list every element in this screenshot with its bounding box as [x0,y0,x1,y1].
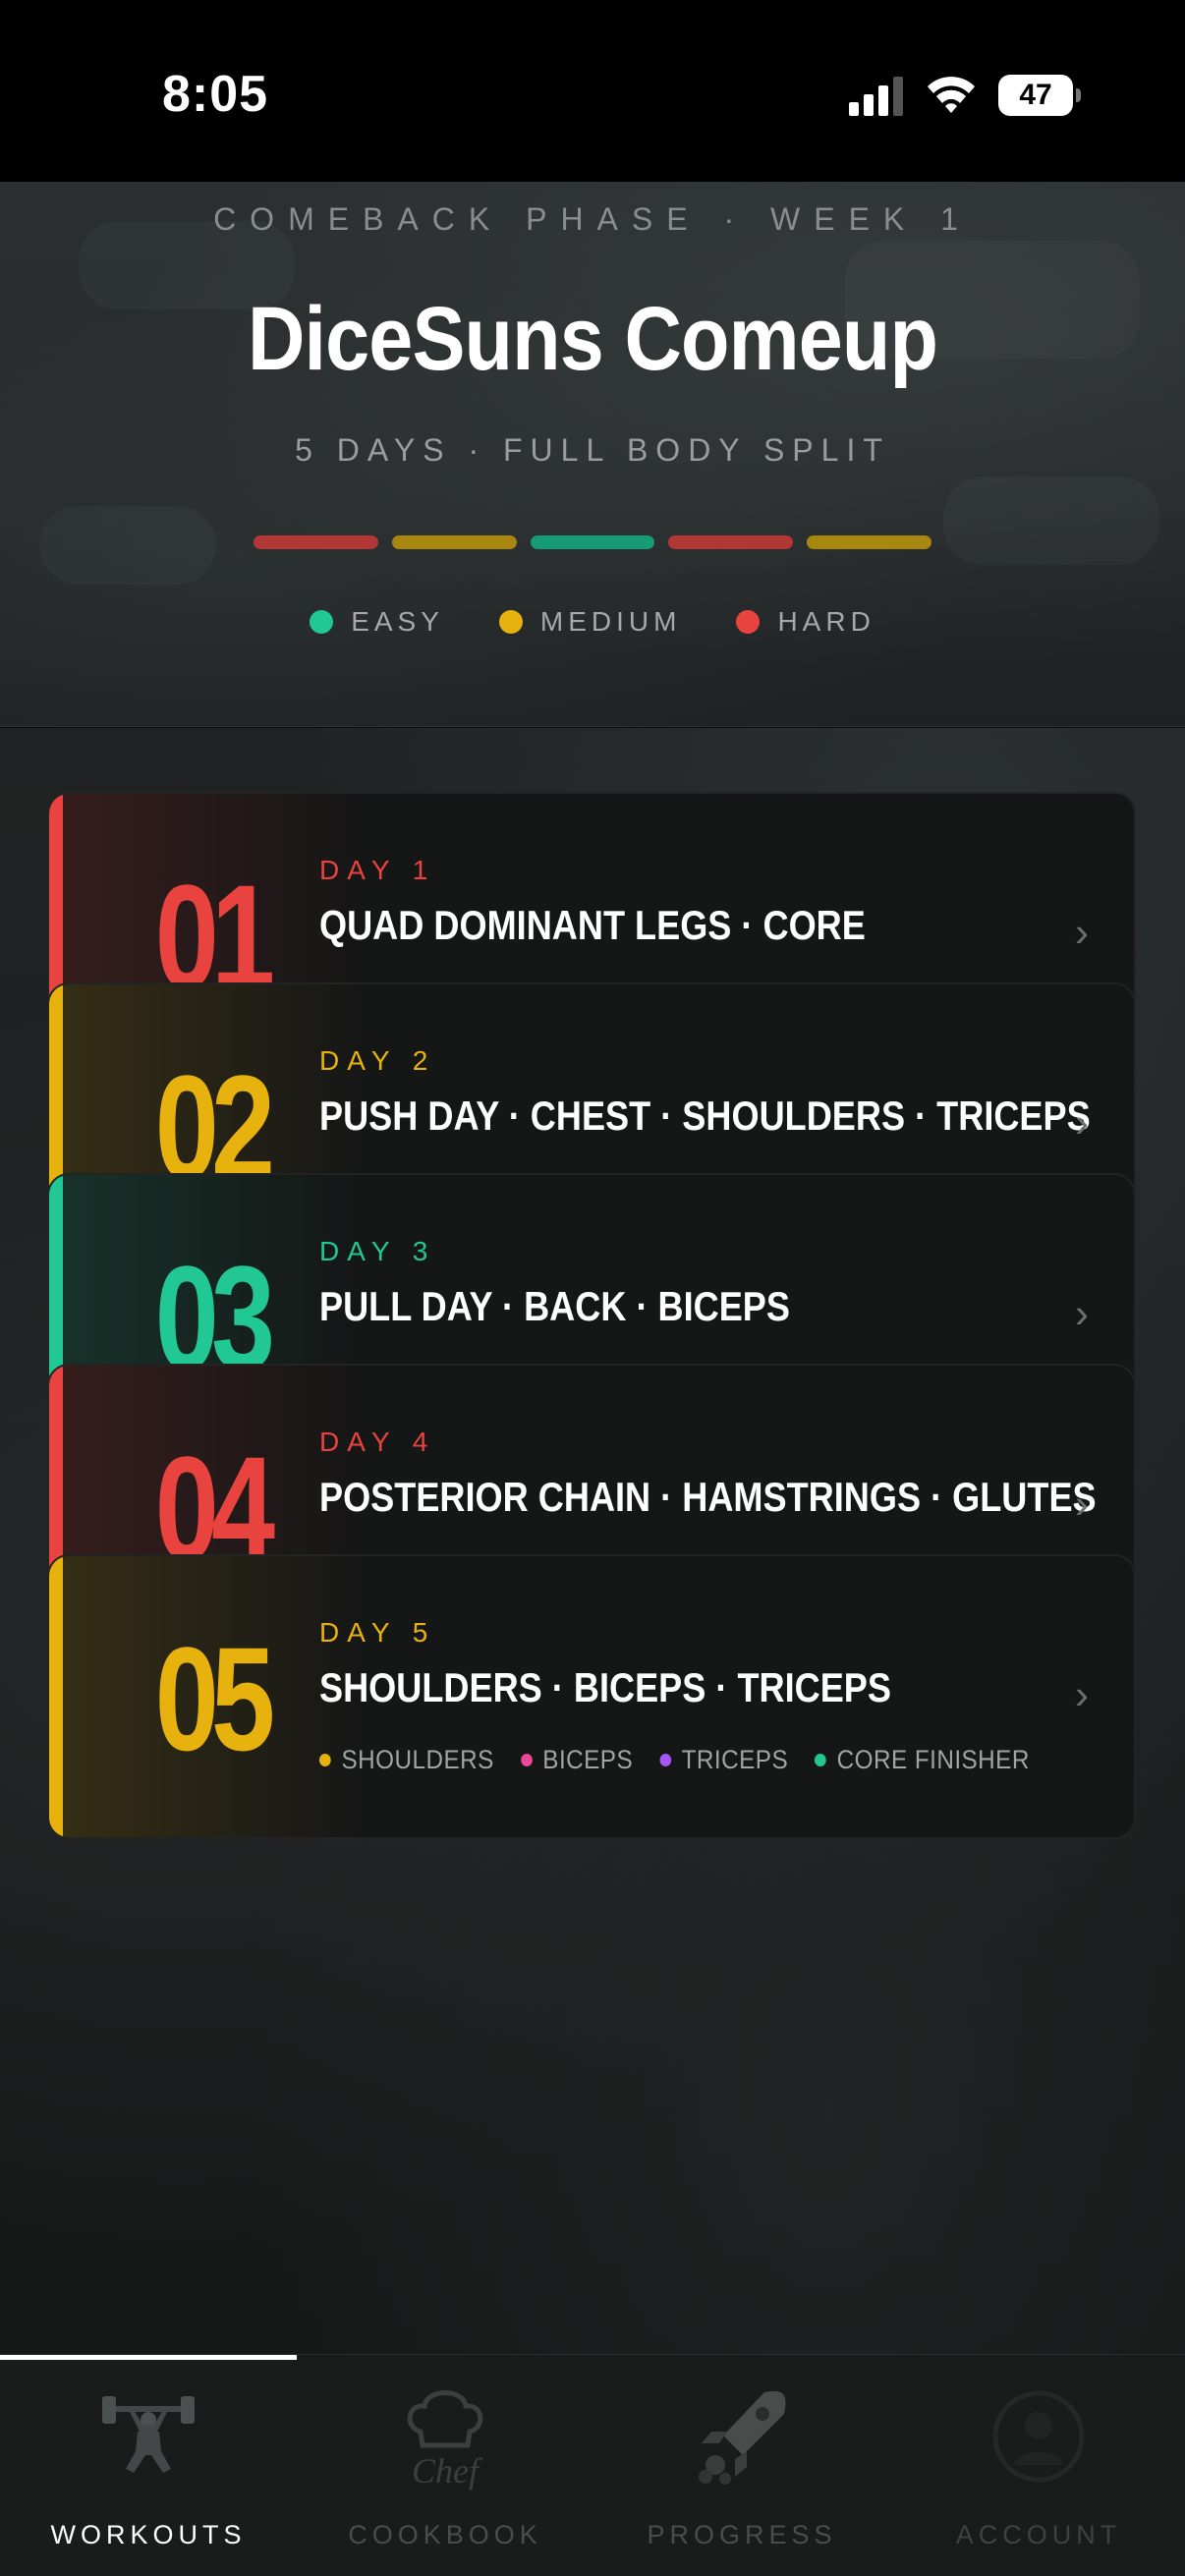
tag-dot [815,1754,826,1766]
muscle-tag: TRICEPS [659,1745,788,1775]
chevron-right-icon: › [1075,1671,1089,1717]
day-label: DAY 3 [319,1236,436,1266]
day-label: DAY 1 [319,855,436,885]
tab-bar: WORKOUTS Chef COOKBOOK PROGRESS ACCOUNT [0,2354,1185,2576]
progress-segment [668,535,794,549]
svg-text:Chef: Chef [412,2451,483,2491]
day-title: SHOULDERS · BICEPS · TRICEPS [319,1664,892,1710]
status-time: 8:05 [162,66,269,123]
workout-day-card[interactable]: 05 DAY 5 SHOULDERS · BICEPS · TRICEPS SHOUL… [47,1554,1136,1839]
wifi-icon [928,77,975,113]
day-title: PUSH DAY · CHEST · SHOULDERS · TRICEPS [319,1092,1091,1139]
phase-eyebrow: COMEBACK PHASE · WEEK 1 [213,201,972,237]
tab-workouts[interactable]: WORKOUTS [0,2355,297,2576]
legend-dot [498,610,523,634]
legend-item-easy: EASY [310,606,444,638]
tab-label: WORKOUTS [50,2520,247,2549]
rocket-icon [699,2390,786,2485]
tab-cookbook[interactable]: Chef COOKBOOK [297,2355,593,2576]
cellular-signal-icon [849,77,903,116]
chef-hat-icon: Chef [407,2390,483,2491]
legend-label: EASY [351,606,444,637]
tag-dot [319,1754,331,1766]
legend-dot [310,610,334,634]
day-label: DAY 2 [319,1045,436,1076]
muscle-tag: SHOULDERS [319,1745,494,1775]
legend-dot [736,610,761,634]
tag-label: SHOULDERS [341,1745,494,1774]
muscle-tag: CORE FINISHER [815,1745,1030,1775]
difficulty-legend: EASY MEDIUM HARD [0,606,1185,638]
day-label: DAY 5 [319,1617,436,1648]
tab-account[interactable]: ACCOUNT [890,2355,1185,2576]
status-bar: 8:05 47 [0,0,1185,182]
difficulty-progress-bar [254,535,931,551]
day-label: DAY 4 [319,1427,436,1457]
legend-item-hard: HARD [736,606,875,638]
tag-label: BICEPS [542,1745,634,1774]
muscle-tag: BICEPS [520,1745,634,1775]
chevron-right-icon: › [1075,1290,1089,1336]
legend-label: HARD [777,606,875,637]
day-title: QUAD DOMINANT LEGS · CORE [319,902,866,948]
day-title: POSTERIOR CHAIN · HAMSTRINGS · GLUTES [319,1474,1097,1520]
card-accent-bar [49,1556,63,1837]
tab-label: ACCOUNT [955,2520,1122,2549]
tag-dot [520,1754,533,1766]
weightlifter-icon [102,2396,195,2473]
progress-segment [391,535,517,549]
day-number: 05 [154,1616,275,1781]
tab-label: PROGRESS [647,2520,837,2549]
tab-label: COOKBOOK [348,2520,542,2549]
legend-label: MEDIUM [539,606,682,637]
workout-day-list: 01DAY 1QUAD DOMINANT LEGS · CORELEGSCORE… [0,728,1185,2354]
legend-item-medium: MEDIUM [498,606,682,638]
tag-label: CORE FINISHER [836,1745,1030,1774]
tag-dot [659,1754,671,1766]
chevron-right-icon: › [1075,909,1089,955]
program-title: DiceSuns Comeup [247,289,938,389]
battery-level: 47 [1019,79,1052,111]
day-title: PULL DAY · BACK · BICEPS [319,1283,791,1329]
program-subtitle: 5 DAYS · FULL BODY SPLIT [295,432,890,468]
chevron-right-icon: › [1075,1481,1089,1527]
program-header: COMEBACK PHASE · WEEK 1 DiceSuns Comeup … [0,182,1185,727]
tab-progress[interactable]: PROGRESS [593,2355,890,2576]
chevron-right-icon: › [1075,1099,1089,1146]
progress-segment [254,535,378,549]
tag-label: TRICEPS [681,1745,789,1774]
battery-icon: 47 [998,75,1081,116]
progress-segment [807,535,931,549]
account-icon [992,2390,1085,2483]
progress-segment [530,535,655,549]
muscle-tags: SHOULDERS BICEPS TRICEPS CORE FINISHER [319,1745,1030,1775]
